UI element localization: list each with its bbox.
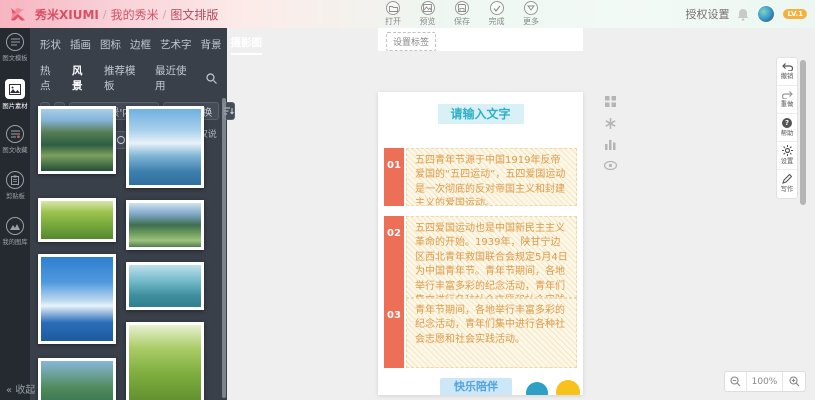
numbered-paragraph-1[interactable]: 01 五四青年节源于中国1919年反帝爱国的“五四运动”，五四爱国运动是一次彻底… (384, 148, 577, 206)
canvas-side-tools (604, 96, 617, 170)
gear-icon (782, 145, 793, 156)
canvas-header-strip: 设置标签 (378, 28, 583, 51)
tab-wordart[interactable]: 艺术字 (160, 37, 192, 55)
auth-settings-link[interactable]: 授权设置 (685, 6, 729, 22)
yellow-circle-decoration[interactable] (556, 380, 580, 395)
tab-shapes[interactable]: 形状 (40, 37, 61, 55)
breadcrumb-separator: / (103, 8, 107, 21)
subtab-scenery[interactable]: 风景 (72, 63, 91, 93)
user-avatar[interactable] (757, 5, 775, 23)
brand-title: 秀米XIUMI (35, 6, 99, 23)
floppy-icon (455, 1, 469, 15)
left-rail: 图文模板 图片素材 图文收藏 剪贴板 我的图库 (0, 28, 30, 400)
checkbox-circle-icon (117, 136, 125, 144)
help-button[interactable]: ? 帮助 (777, 114, 797, 142)
zoom-level: 100% (747, 372, 783, 391)
preview-eye-button[interactable] (604, 161, 617, 170)
open-button[interactable]: 打开 (378, 1, 408, 27)
xiumi-editor-window: 秀米XIUMI / 我的秀米 / 图文排版 打开 预览 保存 (0, 0, 815, 400)
question-icon: ? (782, 118, 792, 128)
pencil-icon (782, 174, 792, 184)
subtab-hot[interactable]: 热点 (40, 63, 59, 93)
breadcrumb-my-xiumi[interactable]: 我的秀米 (111, 6, 159, 23)
finish-button[interactable]: 完成 (482, 1, 512, 27)
clipboard-icon (6, 171, 24, 189)
collapse-panel-button[interactable]: « 收起 (6, 381, 35, 396)
toolbar-actions: 打开 预览 保存 完成 更多 (378, 1, 546, 27)
zoom-controls: 100% (724, 371, 806, 392)
undo-arrow-icon (782, 63, 793, 71)
edit-tools-panel: 撤销 重做 ? 帮助 设置 写作 (776, 57, 798, 199)
panel-scrollbar[interactable] (222, 98, 226, 398)
paragraph-text: 五四青年节源于中国1919年反帝爱国的“五四运动”，五四爱国运动是一次彻底的反对… (406, 148, 577, 206)
tab-photos[interactable]: 摄影图 (231, 35, 263, 55)
check-icon (490, 1, 504, 15)
photo-thumbnail[interactable] (126, 106, 204, 188)
numbered-paragraph-2[interactable]: 02 五四爱国运动也是中国新民主主义革命的开始。1939年，陕甘宁边区西北青年救… (384, 216, 577, 298)
set-tags-button[interactable]: 设置标签 (386, 32, 436, 51)
search-icon[interactable] (206, 73, 217, 84)
data-chart-button[interactable] (605, 140, 616, 150)
xiumi-logo-icon[interactable] (8, 4, 28, 24)
template-lines-icon (6, 33, 24, 51)
layout-grid-button[interactable] (605, 96, 616, 107)
save-button[interactable]: 保存 (447, 1, 477, 27)
paragraph-text: 青年节期间，各地举行丰富多彩的纪念活动，青年们集中进行各种社会志愿和社会实践活动… (406, 298, 577, 368)
chevron-left-icon: « (6, 385, 12, 396)
photo-thumbnail[interactable] (38, 106, 116, 174)
tab-backgrounds[interactable]: 背景 (201, 37, 222, 55)
photo-thumbnail[interactable] (38, 358, 116, 400)
favorites-doc-icon (6, 125, 24, 143)
write-button[interactable]: 写作 (777, 170, 797, 198)
rail-item-image-assets[interactable]: 图片素材 (0, 74, 30, 120)
breadcrumb-separator: / (163, 8, 167, 21)
redo-button[interactable]: 重做 (777, 86, 797, 114)
topbar: 秀米XIUMI / 我的秀米 / 图文排版 打开 预览 保存 (0, 0, 815, 28)
undo-button[interactable]: 撤销 (777, 58, 797, 86)
zoom-out-button[interactable] (725, 372, 747, 391)
topbar-right: 授权设置 LV.1 (685, 0, 807, 28)
footer-label[interactable]: 快乐陪伴 (440, 378, 512, 395)
asset-category-tabs: 形状 插画 图标 边框 艺术字 背景 摄影图 (30, 28, 227, 55)
photo-thumbnail[interactable] (38, 198, 116, 242)
triangle-down-icon (524, 1, 538, 15)
tab-illustrations[interactable]: 插画 (70, 37, 91, 55)
subtab-recommended[interactable]: 推荐模板 (104, 63, 142, 93)
more-button[interactable]: 更多 (516, 1, 546, 27)
bell-icon[interactable] (737, 8, 749, 21)
tab-borders[interactable]: 边框 (130, 37, 151, 55)
rail-item-clipboard[interactable]: 剪贴板 (0, 166, 30, 212)
number-badge: 02 (384, 216, 404, 298)
rail-item-my-gallery[interactable]: 我的图库 (0, 212, 30, 258)
rail-item-templates[interactable]: 图文模板 (0, 28, 30, 74)
level-badge: LV.1 (783, 9, 807, 19)
mountain-icon (6, 217, 24, 235)
photo-thumbnail[interactable] (126, 200, 204, 250)
photo-thumbnail[interactable] (126, 322, 204, 400)
breadcrumb-layout[interactable]: 图文排版 (170, 6, 218, 23)
settings-button[interactable]: 设置 (777, 142, 797, 170)
numbered-paragraph-3[interactable]: 03 青年节期间，各地举行丰富多彩的纪念活动，青年们集中进行各种社会志愿和社会实… (384, 298, 577, 368)
number-badge: 01 (384, 148, 404, 206)
photo-subtabs: 热点 风景 推荐模板 最近使用 (30, 55, 227, 93)
article-page: 请输入文字 01 五四青年节源于中国1919年反帝爱国的“五四运动”，五四爱国运… (378, 92, 583, 395)
preview-button[interactable]: 预览 (413, 1, 443, 27)
paragraph-text: 五四爱国运动也是中国新民主主义革命的开始。1939年，陕甘宁边区西北青年救国联合… (406, 216, 577, 298)
subtab-recent[interactable]: 最近使用 (155, 63, 193, 93)
photo-thumbnail[interactable] (38, 254, 116, 344)
title-placeholder[interactable]: 请输入文字 (438, 104, 524, 124)
image-icon (5, 79, 25, 99)
main-scrollbar-thumb[interactable] (800, 60, 806, 205)
preview-icon (421, 1, 435, 15)
folder-icon (386, 1, 400, 15)
redo-arrow-icon (782, 91, 793, 99)
photo-thumbnail[interactable] (126, 262, 204, 310)
rail-item-favorites[interactable]: 图文收藏 (0, 120, 30, 166)
blue-circle-decoration[interactable] (526, 382, 548, 395)
style-asterisk-button[interactable] (605, 118, 616, 129)
number-badge: 03 (384, 298, 404, 368)
zoom-in-button[interactable] (783, 372, 805, 391)
tab-icons[interactable]: 图标 (100, 37, 121, 55)
